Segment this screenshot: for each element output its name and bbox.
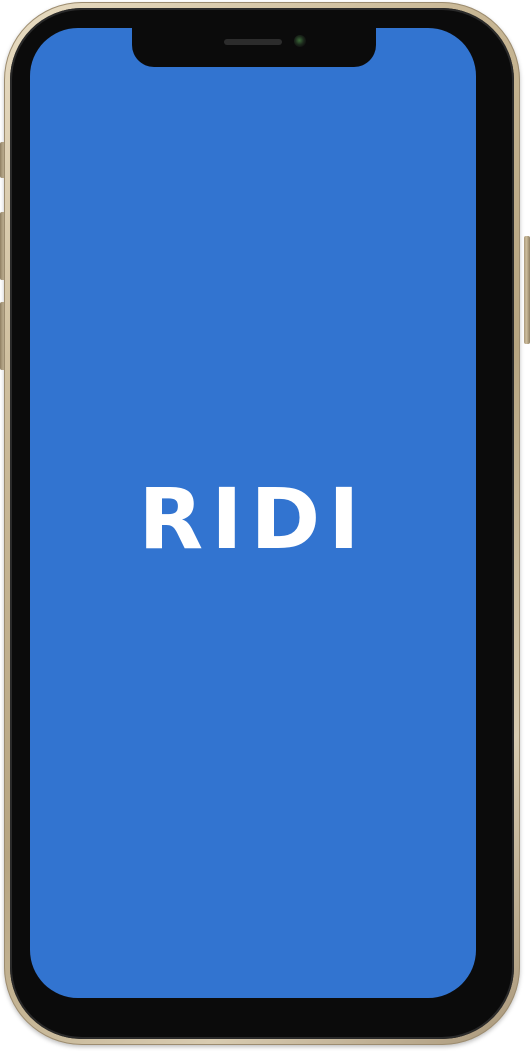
speaker-grille <box>224 39 282 45</box>
front-camera-icon <box>294 35 306 47</box>
app-logo: RIDI <box>138 470 368 568</box>
device-mockup: RIDI <box>0 0 530 1051</box>
splash-screen: RIDI <box>30 28 476 998</box>
notch <box>132 28 376 67</box>
power-button <box>524 236 530 344</box>
